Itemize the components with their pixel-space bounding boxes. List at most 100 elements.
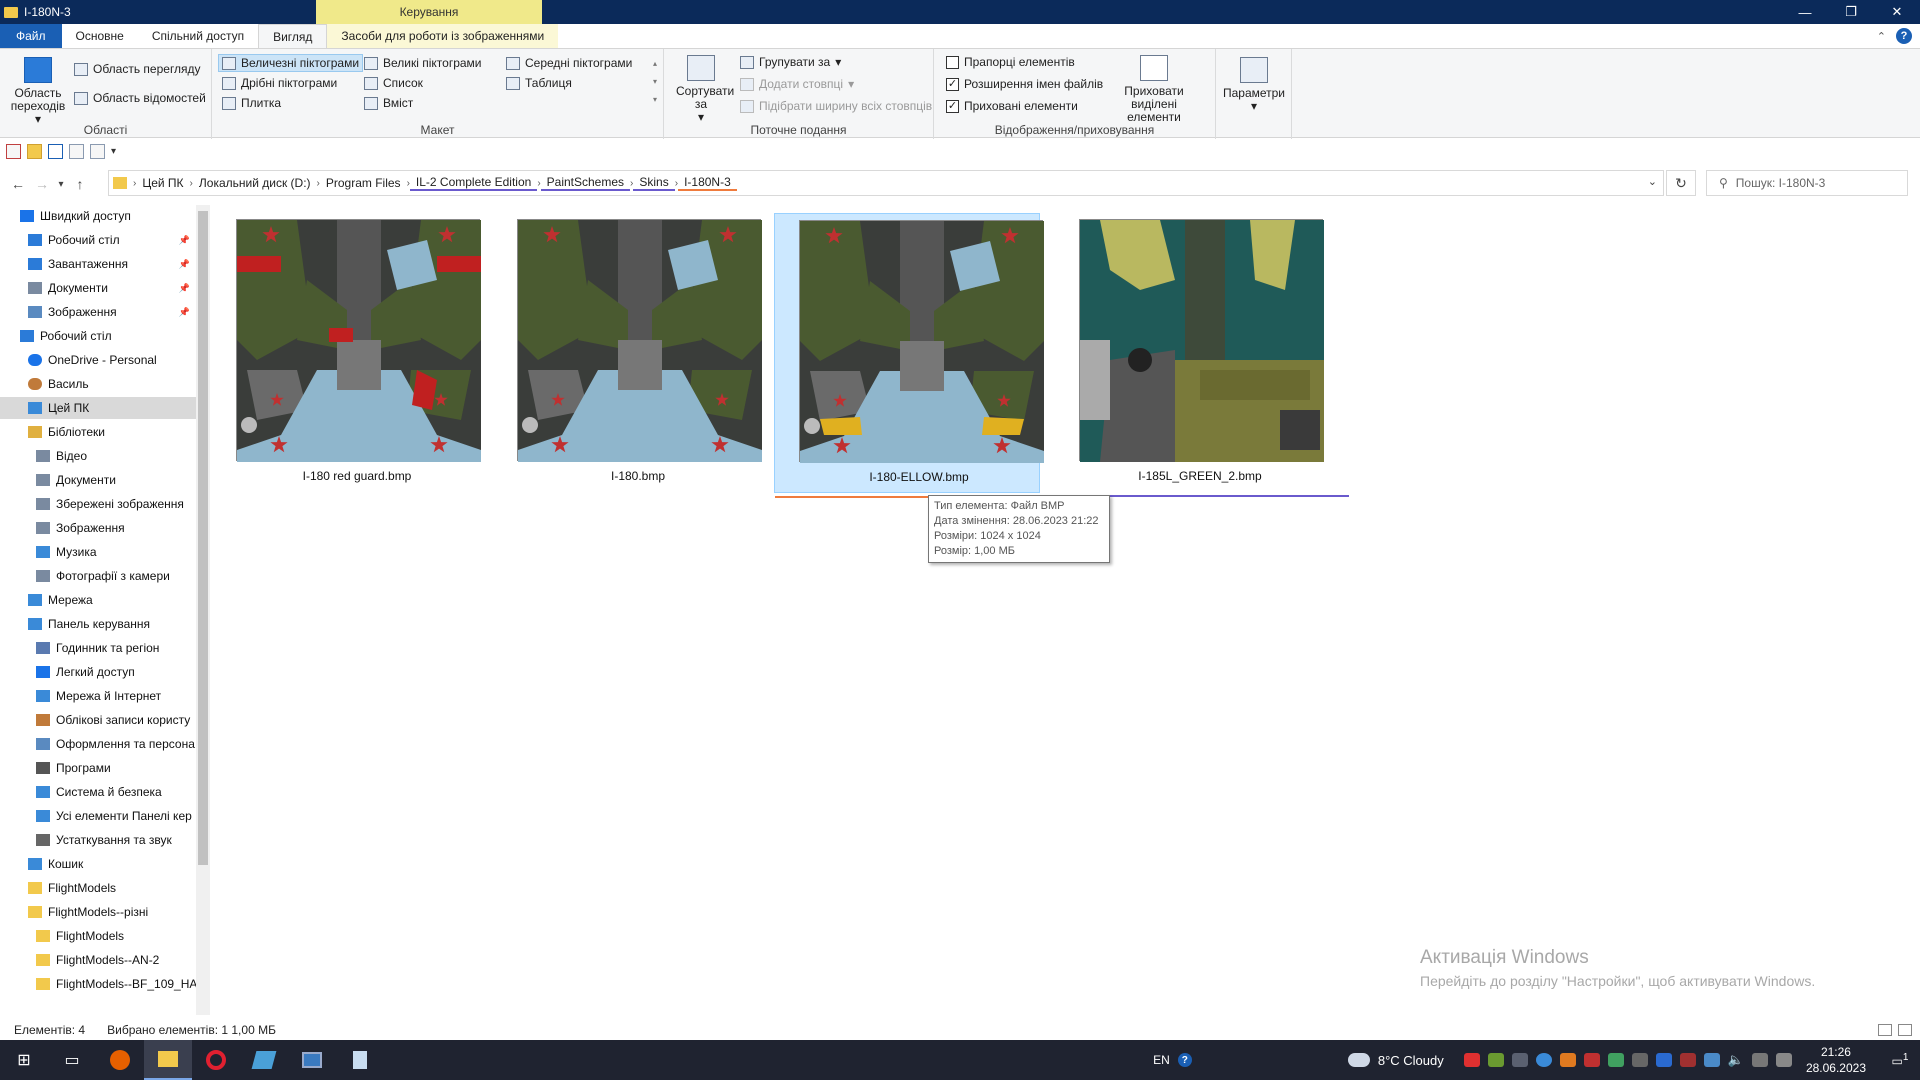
sidebar-item[interactable]: Зображення <box>0 517 196 539</box>
sidebar-item[interactable]: Легкий доступ <box>0 661 196 683</box>
properties-icon[interactable] <box>6 143 21 159</box>
sidebar-item[interactable]: Система й безпека <box>0 781 196 803</box>
customize-qat-icon[interactable]: ▾ <box>111 146 116 157</box>
layout-extra-large-icons[interactable]: Величезні піктограми <box>218 54 364 72</box>
search-input[interactable]: Пошук: I-180N-3 <box>1736 176 1826 190</box>
sidebar-item[interactable]: Зображення 📌 <box>0 301 196 323</box>
up-button[interactable]: ↑ <box>68 176 92 192</box>
sidebar-item[interactable]: Облікові записи користу <box>0 709 196 731</box>
hidden-items-toggle[interactable]: ✓ Приховані елементи <box>946 99 1078 113</box>
breadcrumb-skins[interactable]: Skins <box>633 175 675 191</box>
cloud-icon[interactable] <box>1347 1053 1370 1067</box>
back-button[interactable]: ← <box>6 176 30 192</box>
layout-content[interactable]: Вміст <box>364 96 413 110</box>
large-icons-view-icon[interactable] <box>1898 1024 1912 1036</box>
tab-share[interactable]: Спільний доступ <box>138 24 258 48</box>
notification-center-icon[interactable]: ▭1 <box>1880 1052 1920 1068</box>
tray-app-icon-6[interactable] <box>1679 1053 1696 1067</box>
sidebar-item[interactable]: Збережені зображення <box>0 493 196 515</box>
collapse-ribbon-icon[interactable]: ⌃ <box>1877 30 1886 43</box>
file-extensions-toggle[interactable]: ✓ Розширення імен файлів <box>946 77 1103 91</box>
nvidia-tray-icon[interactable] <box>1487 1053 1504 1067</box>
sidebar-item[interactable]: FlightModels <box>0 877 196 899</box>
close-button[interactable]: ✕ <box>1874 0 1920 24</box>
layout-list[interactable]: Список <box>364 76 423 90</box>
tray-app-icon-2[interactable] <box>1559 1053 1576 1067</box>
opera-icon[interactable] <box>192 1040 240 1080</box>
help-icon[interactable]: ? <box>1896 28 1912 44</box>
sidebar-item[interactable]: Мережа й Інтернет <box>0 685 196 707</box>
item-checkboxes-toggle[interactable]: Прапорці елементів <box>946 55 1075 69</box>
app-icon[interactable] <box>240 1040 288 1080</box>
details-view-icon[interactable] <box>1878 1024 1892 1036</box>
tray-app-icon[interactable] <box>1511 1053 1528 1067</box>
sidebar-item[interactable]: Оформлення та персона <box>0 733 196 755</box>
sidebar-item[interactable]: FlightModels--BF_109_HA <box>0 973 196 995</box>
file-item[interactable]: I-180.bmp <box>493 213 762 493</box>
group-by-button[interactable]: Групувати за ▾ <box>740 55 841 69</box>
sidebar-item[interactable]: FlightModels--різні <box>0 901 196 923</box>
sidebar-item[interactable]: Програми <box>0 757 196 779</box>
window-app-icon[interactable] <box>288 1040 336 1080</box>
tab-home[interactable]: Основне <box>62 24 138 48</box>
layout-details[interactable]: Таблиця <box>506 76 572 90</box>
sidebar-item[interactable]: Усі елементи Панелі кер <box>0 805 196 827</box>
sidebar-item[interactable]: Відео <box>0 445 196 467</box>
bluetooth-icon[interactable] <box>1655 1053 1672 1067</box>
layout-large-icons[interactable]: Великі піктограми <box>364 56 482 70</box>
file-item[interactable]: I-180 red guard.bmp <box>212 213 481 493</box>
file-item[interactable]: I-185L_GREEN_2.bmp <box>1055 213 1349 497</box>
sidebar-item[interactable]: Панель керування <box>0 613 196 635</box>
notepad-icon[interactable] <box>336 1040 384 1080</box>
lang-indicator[interactable]: EN <box>1153 1053 1170 1067</box>
sidebar-item[interactable]: Документи <box>0 469 196 491</box>
file-item[interactable]: I-180-ELLOW.bmp <box>774 213 1067 498</box>
pin-icon[interactable]: 📌 <box>179 235 190 246</box>
weather-text[interactable]: 8°C Cloudy <box>1378 1053 1444 1068</box>
details-pane-button[interactable]: Область відомостей <box>74 91 206 105</box>
sidebar-scroll-thumb[interactable] <box>198 211 208 865</box>
breadcrumb-program-files[interactable]: Program Files <box>320 176 407 190</box>
breadcrumb-current[interactable]: I-180N-3 <box>678 175 737 191</box>
sidebar-item[interactable]: Фотографії з камери <box>0 565 196 587</box>
help-tray-icon[interactable]: ? <box>1177 1053 1192 1067</box>
layout-small-icons[interactable]: Дрібні піктограми <box>222 76 337 90</box>
new-folder-icon[interactable] <box>27 143 42 159</box>
network-icon[interactable] <box>1703 1053 1720 1067</box>
preview-icon[interactable] <box>90 143 105 159</box>
undo-icon[interactable] <box>48 143 63 159</box>
sidebar-item[interactable]: Завантаження 📌 <box>0 253 196 275</box>
sidebar-item[interactable]: OneDrive - Personal <box>0 349 196 371</box>
refresh-button[interactable]: ↻ <box>1666 170 1696 196</box>
tab-view[interactable]: Вигляд <box>258 24 328 48</box>
tab-file[interactable]: Файл <box>0 24 62 48</box>
sidebar-scrollbar[interactable] <box>196 205 210 1015</box>
hide-selected-button[interactable]: Приховати виділені елементи <box>1104 55 1204 124</box>
sort-by-button[interactable]: Сортувати за ▾ <box>676 55 734 124</box>
sidebar-item[interactable]: Музика <box>0 541 196 563</box>
tray-app-icon-7[interactable] <box>1751 1053 1768 1067</box>
add-columns-button[interactable]: Додати стовпці ▾ <box>740 77 854 91</box>
task-view-icon[interactable]: ▭ <box>48 1040 96 1080</box>
search-box[interactable]: ⚲ Пошук: I-180N-3 <box>1706 170 1908 196</box>
tray-app-icon-3[interactable] <box>1583 1053 1600 1067</box>
firefox-icon[interactable] <box>96 1040 144 1080</box>
tab-picture-tools[interactable]: Засоби для роботи із зображеннями <box>327 24 559 48</box>
sidebar-item[interactable]: Документи 📌 <box>0 277 196 299</box>
layout-tiles[interactable]: Плитка <box>222 96 281 110</box>
sidebar-item[interactable]: Устаткування та звук <box>0 829 196 851</box>
minimize-button[interactable]: — <box>1782 0 1828 24</box>
volume-icon[interactable]: 🔈 <box>1728 1052 1744 1068</box>
fit-columns-button[interactable]: Підібрати ширину всіх стовпців <box>740 99 932 113</box>
sidebar-item[interactable]: Робочий стіл 📌 <box>0 229 196 251</box>
sidebar-item[interactable]: Кошик <box>0 853 196 875</box>
forward-button[interactable]: → <box>30 176 54 192</box>
start-button[interactable]: ⊞ <box>0 1040 48 1080</box>
preview-pane-button[interactable]: Область перегляду <box>74 62 201 76</box>
address-dropdown-icon[interactable]: ⌄ <box>1648 175 1657 188</box>
options-button[interactable]: Параметри ▾ <box>1222 57 1286 113</box>
breadcrumb-il2[interactable]: IL-2 Complete Edition <box>409 175 538 191</box>
clock[interactable]: 21:26 28.06.2023 <box>1800 1044 1872 1076</box>
nav-pane-button[interactable]: Область переходів ▾ <box>8 57 68 126</box>
tray-app-icon-5[interactable] <box>1631 1053 1648 1067</box>
